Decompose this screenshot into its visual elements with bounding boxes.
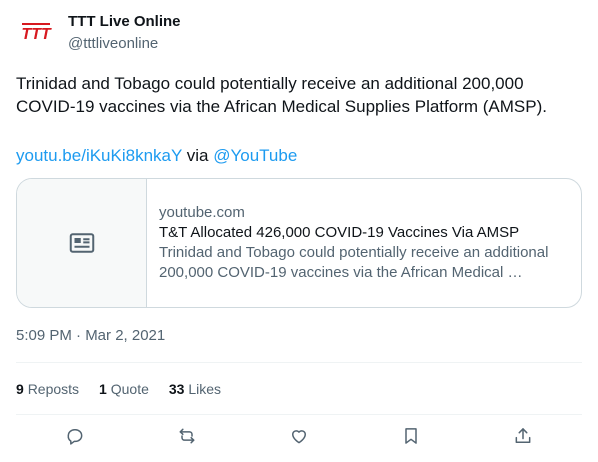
- author-handle[interactable]: @tttliveonline: [68, 34, 158, 54]
- card-thumbnail: [17, 179, 147, 307]
- youtube-mention[interactable]: @YouTube: [213, 146, 297, 165]
- article-icon: [69, 233, 94, 253]
- card-domain: youtube.com: [159, 204, 245, 221]
- engagement-stats: 9 Reposts 1 Quote 33 Likes: [16, 380, 221, 398]
- share-icon: [515, 428, 531, 443]
- tweet-link-line: youtu.be/iKuKi8knkaY via @YouTube: [16, 144, 297, 167]
- like-icon: [292, 430, 306, 444]
- tweet-text: Trinidad and Tobago could potentially re…: [16, 74, 547, 116]
- card-description: Trinidad and Tobago could potentially re…: [159, 244, 549, 281]
- bookmark-icon: [405, 428, 417, 444]
- quotes-count: 1: [99, 381, 107, 397]
- logo-text: TTT: [21, 26, 52, 43]
- quotes-label: Quote: [110, 381, 149, 397]
- likes-count: 33: [168, 381, 185, 397]
- via-text: via: [186, 146, 209, 165]
- action-bar: [16, 424, 582, 454]
- reposts-stat[interactable]: 9 Reposts: [16, 380, 79, 398]
- repost-icon: [179, 428, 195, 444]
- author-name[interactable]: TTT Live Online: [68, 12, 181, 32]
- repost-button[interactable]: [175, 424, 199, 448]
- ttt-logo-icon: TTT: [19, 15, 53, 49]
- reply-button[interactable]: [63, 424, 87, 448]
- link-preview-card[interactable]: youtube.com T&T Allocated 426,000 COVID-…: [16, 178, 582, 308]
- youtube-link[interactable]: youtu.be/iKuKi8knkaY: [16, 146, 182, 165]
- like-button[interactable]: [287, 424, 311, 448]
- share-button[interactable]: [511, 424, 535, 448]
- likes-stat[interactable]: 33 Likes: [169, 380, 221, 398]
- reposts-label: Reposts: [27, 381, 80, 397]
- bookmark-button[interactable]: [399, 424, 423, 448]
- avatar[interactable]: TTT: [16, 12, 56, 52]
- divider: [16, 362, 582, 363]
- card-title: T&T Allocated 426,000 COVID-19 Vaccines …: [159, 224, 520, 241]
- reposts-count: 9: [16, 381, 24, 397]
- reply-icon: [67, 429, 83, 445]
- likes-label: Likes: [188, 381, 222, 397]
- tweet-timestamp[interactable]: 5:09 PM · Mar 2, 2021: [16, 326, 165, 346]
- card-body: youtube.com T&T Allocated 426,000 COVID-…: [147, 179, 581, 307]
- quotes-stat[interactable]: 1 Quote: [99, 380, 149, 398]
- divider: [16, 414, 582, 415]
